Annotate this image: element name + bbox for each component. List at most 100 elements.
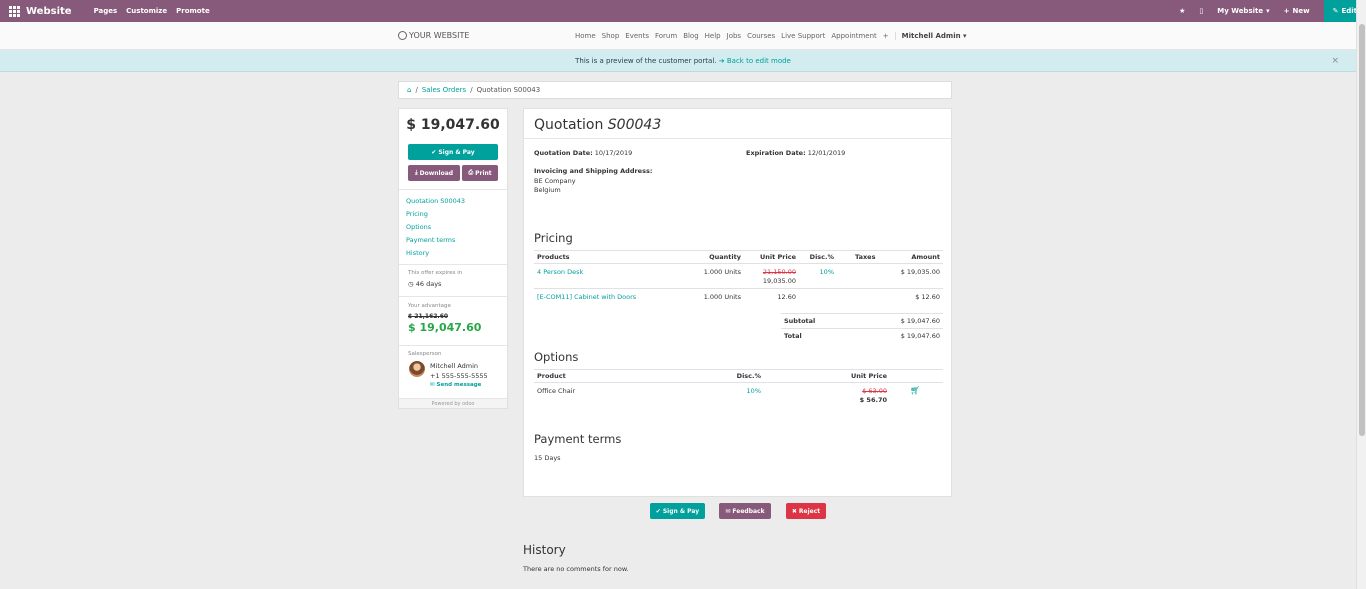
- menu-promote[interactable]: Promote: [176, 7, 210, 15]
- feedback-button[interactable]: ✉ Feedback: [719, 503, 771, 519]
- history-text: There are no comments for now.: [523, 565, 629, 573]
- admin-topbar: Website Pages Customize Promote ★ ▯ My W…: [0, 0, 1366, 22]
- my-website-dropdown[interactable]: My Website ▾: [1217, 7, 1269, 15]
- comment-icon: ✉: [725, 507, 731, 515]
- sidebar-nav: Quotation S00043 Pricing Options Payment…: [406, 197, 465, 257]
- sidebar-sign-pay-button[interactable]: ✔ Sign & Pay: [408, 144, 498, 160]
- preview-banner: This is a preview of the customer portal…: [0, 50, 1366, 72]
- my-website-label: My Website: [1217, 7, 1264, 15]
- pricing-table: Products Quantity Unit Price Disc.% Taxe…: [534, 250, 943, 309]
- col-discount: Disc.%: [714, 369, 764, 383]
- salesperson-phone: +1 555-555-5555: [430, 372, 488, 380]
- caret-down-icon: ▾: [1266, 7, 1270, 15]
- sidebar-link-options[interactable]: Options: [406, 223, 465, 231]
- globe-icon: [398, 31, 407, 40]
- nav-home[interactable]: Home: [575, 32, 596, 40]
- print-button[interactable]: ⎙ Print: [462, 165, 498, 181]
- mobile-preview-icon[interactable]: ▯: [1199, 7, 1203, 15]
- admin-menu: Pages Customize Promote: [94, 7, 210, 15]
- print-icon: ⎙: [468, 169, 474, 176]
- col-unit-price: Unit Price: [744, 250, 799, 264]
- send-message-label: Send message: [436, 382, 482, 388]
- row-taxes: [837, 289, 878, 309]
- row-amount: $ 12.60: [915, 293, 940, 301]
- nav-jobs[interactable]: Jobs: [727, 32, 741, 40]
- reject-button[interactable]: ✖ Reject: [786, 503, 826, 519]
- salesperson-label: Salesperson: [408, 351, 442, 357]
- payment-terms-text: 15 Days: [534, 454, 561, 462]
- sidebar-link-pricing[interactable]: Pricing: [406, 210, 465, 218]
- nav-courses[interactable]: Courses: [747, 32, 775, 40]
- admin-right-menu: ★ ▯ My Website ▾ + New ✎ Edit: [1179, 0, 1366, 22]
- check-icon: ✔: [431, 148, 437, 156]
- new-button[interactable]: + New: [1284, 7, 1310, 15]
- breadcrumb-sales-orders[interactable]: Sales Orders: [422, 86, 466, 94]
- expires-value: ◷ 46 days: [408, 280, 441, 288]
- expiration-date: Expiration Date: 12/01/2019: [746, 149, 845, 157]
- menu-pages[interactable]: Pages: [94, 7, 118, 15]
- totals-block: Subtotal $ 19,047.60 Total $ 19,047.60: [781, 313, 943, 343]
- address-line: BE Company: [534, 176, 576, 185]
- expiration-date-value: 12/01/2019: [807, 149, 846, 157]
- sidebar-link-payment-terms[interactable]: Payment terms: [406, 236, 465, 244]
- col-unit-price: Unit Price: [764, 369, 890, 383]
- product-link[interactable]: [E-COM11] Cabinet with Doors: [537, 293, 636, 301]
- pricing-heading: Pricing: [534, 231, 573, 245]
- send-message-link[interactable]: ✉ Send message: [430, 382, 481, 388]
- breadcrumb-separator: /: [470, 86, 473, 94]
- nav-live-support[interactable]: Live Support: [781, 32, 825, 40]
- home-icon[interactable]: ⌂: [407, 86, 411, 94]
- add-to-cart-icon[interactable]: 🛒︎: [910, 386, 920, 395]
- menu-customize[interactable]: Customize: [126, 7, 167, 15]
- print-label: Print: [475, 169, 492, 177]
- option-discount: 10%: [746, 387, 761, 395]
- col-products: Products: [534, 250, 684, 264]
- divider: [524, 138, 951, 139]
- nav-events[interactable]: Events: [625, 32, 649, 40]
- expires-days: 46 days: [415, 280, 442, 288]
- arrow-right-icon: ➔: [718, 56, 725, 65]
- caret-down-icon: ▾: [963, 32, 967, 40]
- sidebar-link-history[interactable]: History: [406, 249, 465, 257]
- product-link[interactable]: 4 Person Desk: [537, 268, 583, 276]
- feedback-label: Feedback: [732, 507, 765, 515]
- divider: [399, 296, 507, 297]
- plus-icon: +: [1283, 7, 1290, 15]
- expiration-date-label: Expiration Date:: [746, 149, 806, 157]
- options-table: Product Disc.% Unit Price Office Chair 1…: [534, 369, 943, 407]
- sign-pay-button[interactable]: ✔ Sign & Pay: [650, 503, 705, 519]
- scrollbar-thumb[interactable]: [1359, 24, 1365, 436]
- history-heading: History: [523, 543, 566, 557]
- reject-label: Reject: [798, 507, 821, 515]
- user-menu[interactable]: Mitchell Admin ▾: [894, 32, 967, 40]
- option-old-price: $ 63.00: [862, 387, 887, 395]
- back-to-edit-link[interactable]: ➔ Back to edit mode: [719, 57, 791, 65]
- row-unit-price: 12.60: [777, 293, 796, 301]
- nav-shop[interactable]: Shop: [602, 32, 620, 40]
- apps-grid-icon[interactable]: [9, 6, 20, 17]
- nav-blog[interactable]: Blog: [683, 32, 698, 40]
- odoo-logo[interactable]: odoo: [462, 401, 474, 407]
- quotation-date-value: 10/17/2019: [594, 149, 633, 157]
- options-header-row: Product Disc.% Unit Price: [534, 369, 943, 383]
- download-button[interactable]: ⤓ Download: [408, 165, 460, 181]
- nav-add-menu-button[interactable]: +: [883, 32, 889, 40]
- row-quantity: 1.000 Units: [703, 268, 741, 276]
- nav-forum[interactable]: Forum: [655, 32, 677, 40]
- page-scrollbar[interactable]: [1356, 0, 1366, 589]
- divider: [399, 189, 507, 190]
- check-icon: ✔: [655, 507, 661, 515]
- options-heading: Options: [534, 350, 579, 364]
- app-title[interactable]: Website: [26, 6, 72, 17]
- nav-help[interactable]: Help: [705, 32, 721, 40]
- nav-appointment[interactable]: Appointment: [831, 32, 876, 40]
- table-row: [E-COM11] Cabinet with Doors 1.000 Units…: [534, 289, 943, 309]
- star-icon[interactable]: ★: [1179, 7, 1185, 15]
- subtotal-label: Subtotal: [784, 317, 816, 325]
- nav-links: Home Shop Events Forum Blog Help Jobs Co…: [575, 32, 967, 40]
- total-value: $ 19,047.60: [900, 332, 940, 340]
- sidebar-link-quotation[interactable]: Quotation S00043: [406, 197, 465, 205]
- advantage-old-price: $ 21,162.60: [408, 313, 449, 320]
- close-icon[interactable]: ×: [1331, 56, 1339, 66]
- website-logo[interactable]: YOUR WEBSITE: [398, 31, 469, 40]
